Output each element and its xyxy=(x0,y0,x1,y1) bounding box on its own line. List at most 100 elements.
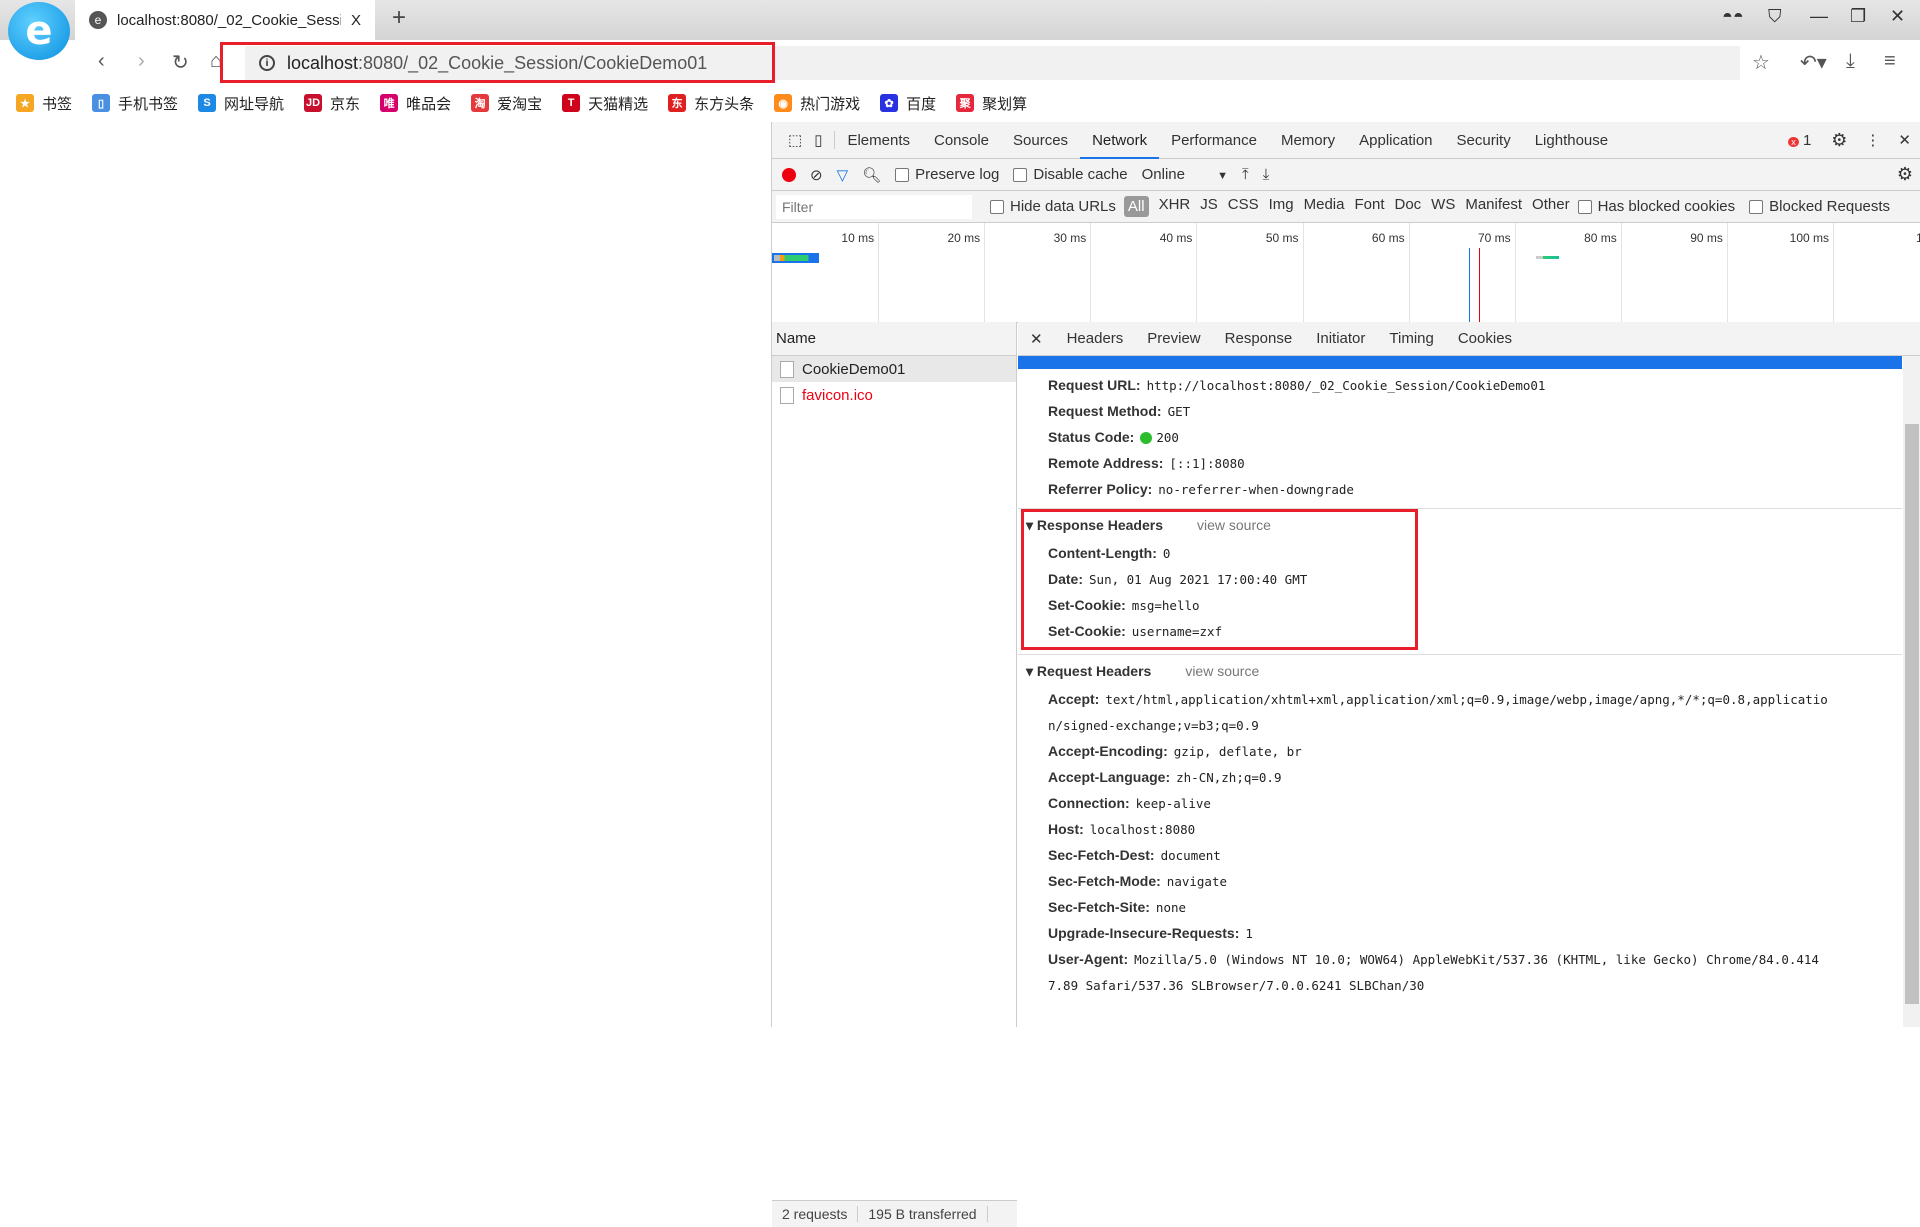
hide-data-urls-checkbox[interactable]: Hide data URLs xyxy=(990,198,1116,215)
bookmark-item[interactable]: 东东方头条 xyxy=(668,93,754,114)
filter-type-font[interactable]: Font xyxy=(1354,196,1384,217)
clear-icon[interactable]: ⊘ xyxy=(810,166,823,184)
request-row[interactable]: favicon.ico xyxy=(772,382,1016,408)
close-devtools-icon[interactable]: ✕ xyxy=(1888,131,1920,149)
menu-icon[interactable]: ≡ xyxy=(1884,50,1896,73)
search-icon[interactable]: 🔍︎ xyxy=(862,166,881,184)
request-header-row: Accept-Encoding: gzip, deflate, br xyxy=(1018,738,1902,764)
tab-console[interactable]: Console xyxy=(922,122,1001,159)
detail-tab-preview[interactable]: Preview xyxy=(1135,330,1212,347)
shirt-icon[interactable]: ⛉ xyxy=(1768,6,1782,27)
tab-favicon-icon: e xyxy=(89,11,107,29)
request-bar-favicon[interactable] xyxy=(1536,256,1559,259)
network-timeline[interactable]: 10 ms 20 ms 30 ms 40 ms 50 ms 60 ms 70 ms 80 ms… xyxy=(772,223,1920,323)
filter-type-other[interactable]: Other xyxy=(1532,196,1570,217)
undo-icon[interactable]: ↶▾ xyxy=(1800,50,1827,75)
scrollbar-thumb[interactable] xyxy=(1905,424,1919,1004)
forward-icon[interactable]: › xyxy=(138,50,145,73)
timeline-gridline xyxy=(878,223,880,323)
bookmark-star-icon[interactable]: ☆ xyxy=(1752,50,1770,75)
browser-tab[interactable]: e localhost:8080/_02_Cookie_Session X xyxy=(75,0,375,40)
bookmark-item[interactable]: 聚聚划算 xyxy=(956,93,1027,114)
close-detail-icon[interactable]: ✕ xyxy=(1018,330,1055,348)
name-column-header[interactable]: Name xyxy=(772,322,1016,356)
bookmark-item[interactable]: T 天猫精选 xyxy=(562,93,648,114)
filter-type-js[interactable]: JS xyxy=(1200,196,1218,217)
tab-lighthouse[interactable]: Lighthouse xyxy=(1523,122,1620,159)
bookmark-item[interactable]: ◉ 热门游戏 xyxy=(774,93,860,114)
error-badge[interactable]: x 1 xyxy=(1788,132,1821,149)
bookmark-item[interactable]: ✿ 百度 xyxy=(880,93,936,114)
hide-data-urls-label: Hide data URLs xyxy=(1010,198,1116,215)
close-tab-button[interactable]: X xyxy=(351,12,361,29)
network-settings-icon[interactable]: ⚙ xyxy=(1897,164,1920,185)
filter-icon[interactable]: ▽ xyxy=(837,166,849,184)
general-header-row: Request Method: GET xyxy=(1018,398,1902,424)
request-name: CookieDemo01 xyxy=(802,360,906,378)
tab-performance[interactable]: Performance xyxy=(1159,122,1269,159)
preserve-log-label: Preserve log xyxy=(915,166,1000,183)
filter-input[interactable] xyxy=(776,194,972,219)
import-icon[interactable]: ⤒ xyxy=(1242,166,1249,183)
tab-elements[interactable]: Elements xyxy=(835,122,922,159)
close-window-icon[interactable]: ✕ xyxy=(1890,6,1905,27)
disable-cache-checkbox[interactable]: Disable cache xyxy=(1013,166,1128,183)
export-icon[interactable]: ⤓ xyxy=(1263,166,1270,183)
new-tab-button[interactable]: + xyxy=(392,4,406,32)
throttle-select[interactable]: Online ▼ xyxy=(1142,166,1228,183)
detail-tab-response[interactable]: Response xyxy=(1213,330,1305,347)
error-count: 1 xyxy=(1802,131,1812,149)
more-icon[interactable]: ⋮ xyxy=(1857,131,1888,149)
vertical-scrollbar[interactable] xyxy=(1903,356,1920,1027)
inspect-icon[interactable]: ⬚ xyxy=(782,131,808,149)
timeline-tick: 20 ms xyxy=(947,231,981,245)
request-detail: ✕ Headers Preview Response Initiator Timing Co… xyxy=(1018,322,1920,1027)
filter-type-doc[interactable]: Doc xyxy=(1394,196,1421,217)
restore-icon[interactable]: ❐ xyxy=(1850,6,1866,27)
reload-icon[interactable]: ↻ xyxy=(172,50,189,75)
blocked-requests-checkbox[interactable]: Blocked Requests xyxy=(1749,198,1890,215)
detail-tab-headers[interactable]: Headers xyxy=(1055,330,1136,347)
request-headers-toggle[interactable]: ▾ Request Headers view source xyxy=(1018,656,1902,686)
bookmark-item[interactable]: 唯唯品会 xyxy=(380,93,451,114)
tab-memory[interactable]: Memory xyxy=(1269,122,1347,159)
document-icon xyxy=(780,386,794,404)
general-section-header[interactable] xyxy=(1018,356,1902,369)
header-value: zh-CN,zh;q=0.9 xyxy=(1176,770,1282,785)
detail-tab-timing[interactable]: Timing xyxy=(1377,330,1445,347)
settings-icon[interactable]: ⚙ xyxy=(1821,130,1857,151)
detail-tab-cookies[interactable]: Cookies xyxy=(1446,330,1524,347)
filter-type-css[interactable]: CSS xyxy=(1228,196,1259,217)
minimize-icon[interactable]: — xyxy=(1810,6,1828,27)
record-icon[interactable] xyxy=(782,167,796,182)
bookmark-item[interactable]: 淘爱淘宝 xyxy=(471,93,542,114)
request-bar-cookiedemo01[interactable] xyxy=(772,253,819,263)
tab-security[interactable]: Security xyxy=(1445,122,1523,159)
header-value: no-referrer-when-downgrade xyxy=(1158,482,1354,497)
filter-type-img[interactable]: Img xyxy=(1269,196,1294,217)
bookmark-item[interactable]: ★ 书签 xyxy=(16,93,72,114)
incognito-icon[interactable]: ◓◓ xyxy=(1722,6,1744,27)
request-row[interactable]: CookieDemo01 xyxy=(772,356,1016,382)
filter-type-xhr[interactable]: XHR xyxy=(1159,196,1191,217)
tab-sources[interactable]: Sources xyxy=(1001,122,1080,159)
filter-type-manifest[interactable]: Manifest xyxy=(1465,196,1522,217)
filter-type-ws[interactable]: WS xyxy=(1431,196,1455,217)
bookmark-label: 百度 xyxy=(906,95,937,113)
has-blocked-cookies-checkbox[interactable]: Has blocked cookies xyxy=(1577,198,1735,215)
filter-type-all[interactable]: All xyxy=(1123,196,1149,217)
tab-network[interactable]: Network xyxy=(1080,122,1160,159)
filter-type-media[interactable]: Media xyxy=(1304,196,1345,217)
preserve-log-checkbox[interactable]: Preserve log xyxy=(895,166,999,183)
back-icon[interactable]: ‹ xyxy=(98,50,105,73)
bookmark-item[interactable]: ▯ 手机书签 xyxy=(92,93,178,114)
download-icon[interactable]: ⤓ xyxy=(1846,50,1855,73)
device-icon[interactable]: ▯ xyxy=(808,131,836,149)
bookmark-item[interactable]: JD 京东 xyxy=(304,93,360,114)
tab-application[interactable]: Application xyxy=(1347,122,1444,159)
header-name: Sec-Fetch-Dest: xyxy=(1048,847,1155,863)
request-view-source-link[interactable]: view source xyxy=(1185,663,1259,679)
detail-tab-initiator[interactable]: Initiator xyxy=(1304,330,1377,347)
bookmark-item[interactable]: S 网址导航 xyxy=(198,93,284,114)
tmall-icon: T xyxy=(562,94,581,112)
